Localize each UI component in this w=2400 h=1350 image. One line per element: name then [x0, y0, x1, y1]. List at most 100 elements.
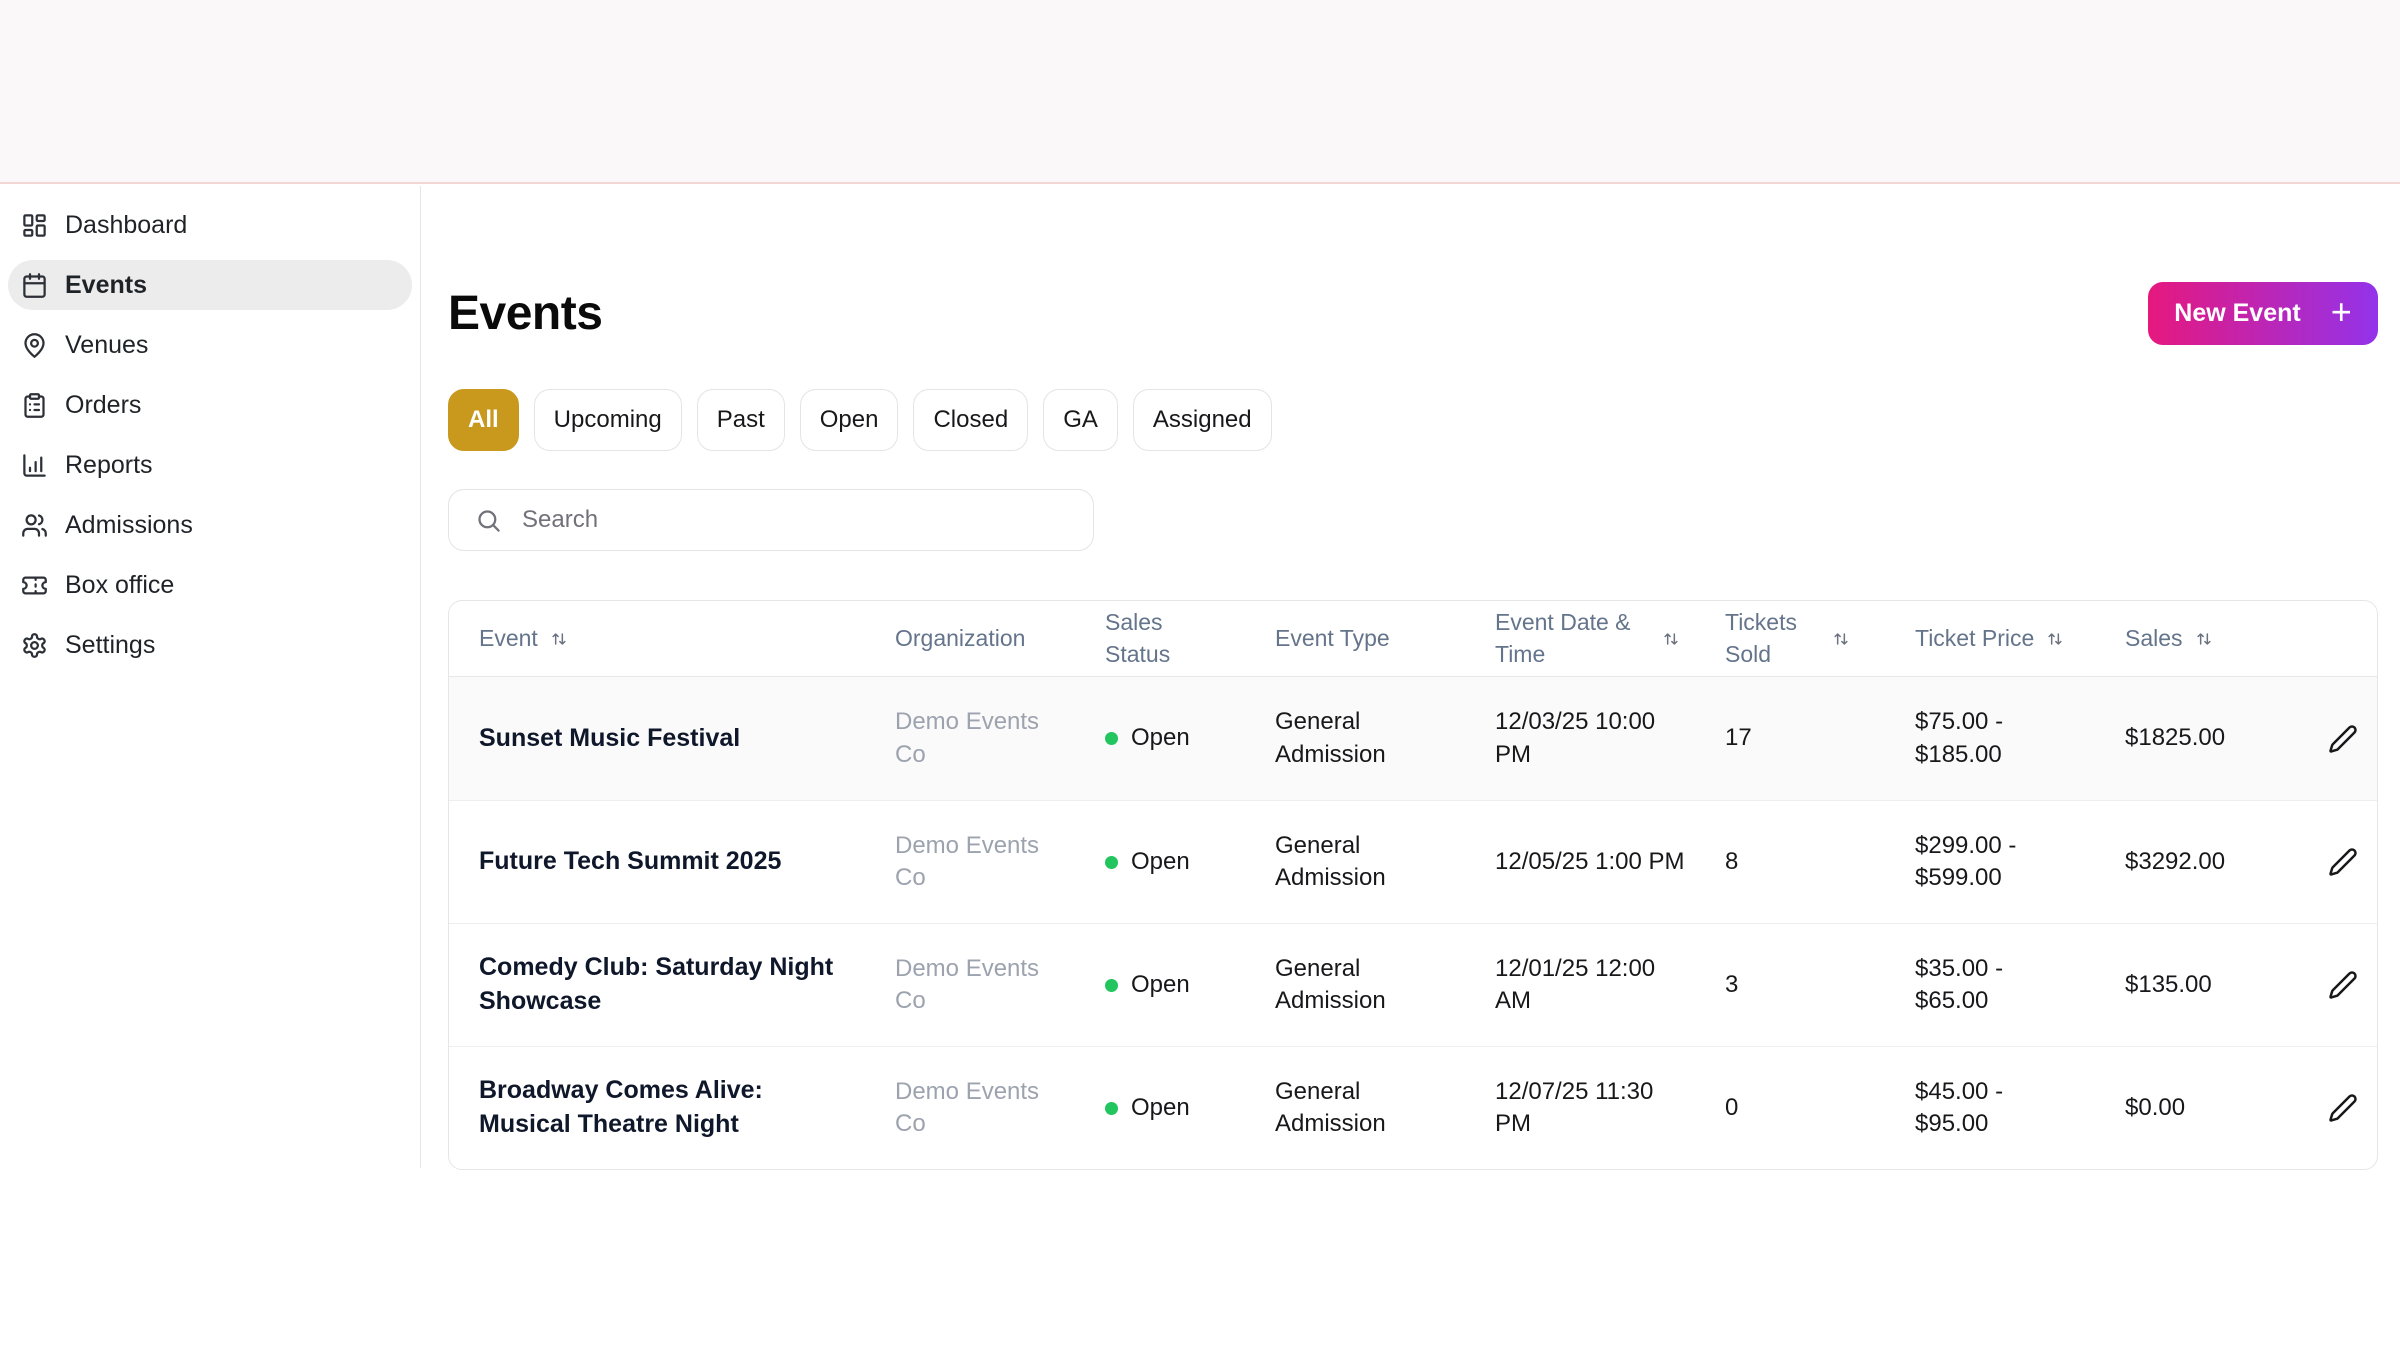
- table-row[interactable]: Future Tech Summit 2025 Demo Events Co O…: [449, 800, 2377, 923]
- sales-amount: $0.00: [2125, 1093, 2186, 1121]
- new-event-button[interactable]: New Event +: [2148, 282, 2378, 345]
- filter-bar: All Upcoming Past Open Closed GA Assigne…: [448, 389, 2378, 451]
- new-event-label: New Event: [2174, 299, 2301, 327]
- sidebar-item-label: Venues: [65, 330, 149, 359]
- event-datetime: 12/01/25 12:00 AM: [1495, 954, 1656, 1014]
- event-datetime: 12/03/25 10:00 PM: [1495, 708, 1656, 768]
- event-name: Future Tech Summit 2025: [479, 847, 782, 876]
- event-name: Comedy Club: Saturday Night Showcase: [479, 953, 834, 1015]
- bar-chart-icon: [21, 452, 48, 479]
- ticket-price: $75.00 - $185.00: [1915, 708, 2004, 768]
- filter-all[interactable]: All: [448, 389, 519, 451]
- event-datetime: 12/05/25 1:00 PM: [1495, 847, 1685, 875]
- ticket-price: $45.00 - $95.00: [1915, 1077, 2004, 1137]
- event-name: Sunset Music Festival: [479, 723, 741, 752]
- filter-open[interactable]: Open: [799, 389, 899, 451]
- sidebar-item-label: Reports: [65, 450, 153, 479]
- event-type: General Admission: [1275, 954, 1386, 1014]
- filter-ga[interactable]: GA: [1043, 389, 1118, 451]
- status-badge: Open: [1131, 847, 1190, 875]
- sidebar-item-label: Dashboard: [65, 210, 188, 239]
- event-datetime: 12/07/25 11:30 PM: [1495, 1077, 1654, 1137]
- edit-event-button[interactable]: [2321, 717, 2365, 761]
- pencil-icon: [2329, 1094, 2357, 1122]
- filter-closed[interactable]: Closed: [913, 389, 1029, 451]
- table-header-row: Event Organization Sales Status Event Ty…: [449, 601, 2377, 677]
- sidebar-item-admissions[interactable]: Admissions: [8, 500, 412, 550]
- table-row[interactable]: Comedy Club: Saturday Night Showcase Dem…: [449, 923, 2377, 1046]
- sidebar: Dashboard Events Venues Orders Reports A…: [0, 186, 421, 1168]
- sidebar-item-label: Settings: [65, 630, 156, 659]
- tickets-sold: 8: [1725, 847, 1739, 875]
- tickets-sold: 17: [1725, 724, 1752, 752]
- gear-icon: [21, 632, 48, 659]
- sidebar-item-venues[interactable]: Venues: [8, 320, 412, 370]
- search-box: [448, 489, 1094, 551]
- sort-icon: [2196, 632, 2211, 645]
- search-icon: [478, 509, 500, 532]
- open-status-dot: [1105, 855, 1118, 869]
- sidebar-item-orders[interactable]: Orders: [8, 380, 412, 430]
- column-header-sales-status: Sales Status: [1105, 609, 1171, 667]
- column-header-event[interactable]: Event: [449, 601, 889, 676]
- sales-amount: $1825.00: [2125, 724, 2226, 752]
- column-header-sales[interactable]: Sales: [2119, 601, 2309, 676]
- column-header-event-type: Event Type: [1275, 624, 1390, 651]
- sales-amount: $135.00: [2125, 970, 2212, 998]
- table-row[interactable]: Broadway Comes Alive: Musical Theatre Ni…: [449, 1046, 2377, 1169]
- calendar-icon: [21, 272, 48, 299]
- sidebar-item-label: Box office: [65, 570, 175, 599]
- page-header: Events New Event +: [448, 282, 2378, 345]
- dashboard-icon: [21, 212, 48, 239]
- open-status-dot: [1105, 1101, 1118, 1115]
- filter-upcoming[interactable]: Upcoming: [533, 389, 682, 451]
- organization: Demo Events Co: [895, 954, 1040, 1014]
- event-type: General Admission: [1275, 1077, 1386, 1137]
- filter-assigned[interactable]: Assigned: [1132, 389, 1272, 451]
- sort-icon: [1664, 632, 1678, 645]
- sort-icon: [1834, 632, 1848, 645]
- sidebar-item-label: Orders: [65, 390, 142, 419]
- search-input[interactable]: [502, 490, 1093, 550]
- tickets-sold: 3: [1725, 970, 1739, 998]
- plus-icon: +: [2330, 291, 2352, 332]
- sidebar-item-reports[interactable]: Reports: [8, 440, 412, 490]
- top-band: [0, 0, 2400, 184]
- sidebar-item-events[interactable]: Events: [8, 260, 412, 310]
- pencil-icon: [2329, 848, 2357, 876]
- map-pin-icon: [21, 332, 48, 359]
- column-header-actions: [2309, 601, 2377, 676]
- sidebar-item-dashboard[interactable]: Dashboard: [8, 200, 412, 250]
- table-row[interactable]: Sunset Music Festival Demo Events Co Ope…: [449, 677, 2377, 800]
- organization: Demo Events Co: [895, 831, 1040, 891]
- open-status-dot: [1105, 732, 1118, 745]
- column-header-event-date[interactable]: Event Date & Time: [1489, 601, 1719, 676]
- edit-event-button[interactable]: [2321, 840, 2365, 884]
- column-header-ticket-price[interactable]: Ticket Price: [1909, 601, 2119, 676]
- column-header-tickets-sold[interactable]: Tickets Sold: [1719, 601, 1909, 676]
- edit-event-button[interactable]: [2321, 963, 2365, 1007]
- sidebar-item-box-office[interactable]: Box office: [8, 560, 412, 610]
- ticket-price: $35.00 - $65.00: [1915, 954, 2004, 1014]
- users-icon: [21, 512, 48, 539]
- organization: Demo Events Co: [895, 1077, 1040, 1137]
- sort-icon: [552, 632, 566, 645]
- event-type: General Admission: [1275, 708, 1386, 768]
- pencil-icon: [2329, 971, 2357, 999]
- sidebar-item-label: Admissions: [65, 510, 193, 539]
- organization: Demo Events Co: [895, 708, 1040, 768]
- edit-event-button[interactable]: [2321, 1086, 2365, 1130]
- sales-amount: $3292.00: [2125, 847, 2226, 875]
- status-badge: Open: [1131, 724, 1190, 752]
- pencil-icon: [2329, 724, 2357, 753]
- sort-icon: [2048, 632, 2062, 645]
- column-header-organization: Organization: [895, 624, 1026, 651]
- event-name: Broadway Comes Alive: Musical Theatre Ni…: [479, 1076, 763, 1138]
- status-badge: Open: [1131, 1093, 1190, 1121]
- filter-past[interactable]: Past: [696, 389, 785, 451]
- event-type: General Admission: [1275, 831, 1386, 891]
- tickets-sold: 0: [1725, 1093, 1739, 1121]
- sidebar-item-settings[interactable]: Settings: [8, 620, 412, 670]
- events-table: Event Organization Sales Status Event Ty…: [448, 600, 2378, 1170]
- sidebar-item-label: Events: [65, 270, 147, 299]
